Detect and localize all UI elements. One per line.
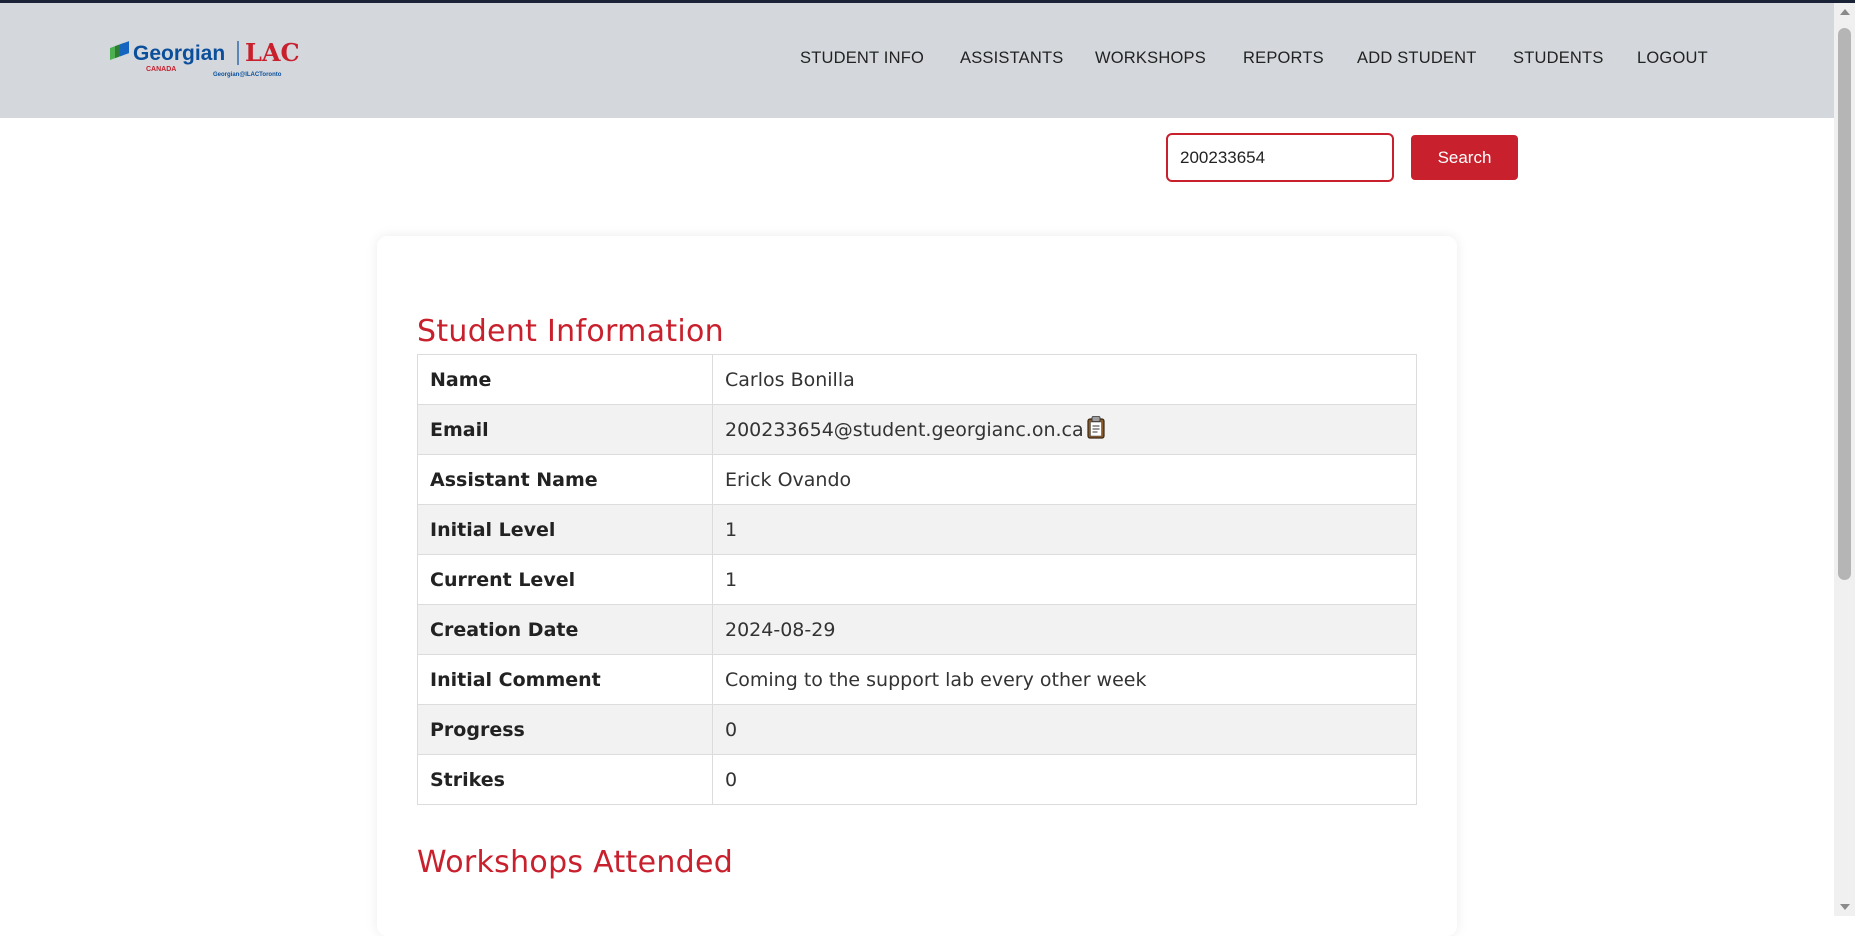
name-label: Name	[417, 354, 713, 405]
main-nav: STUDENT INFO ASSISTANTS WORKSHOPS REPORT…	[0, 49, 1834, 73]
top-header: Georgian CANADA LAC Georgian@ILACToronto…	[0, 3, 1834, 118]
student-search-input[interactable]	[1166, 133, 1394, 182]
strikes-label: Strikes	[417, 754, 713, 805]
scroll-up-arrow-icon[interactable]	[1840, 9, 1850, 15]
table-row-initial-level: Initial Level 1	[417, 504, 1417, 555]
table-row-assistant: Assistant Name Erick Ovando	[417, 454, 1417, 505]
nav-logout[interactable]: LOGOUT	[1637, 49, 1708, 68]
table-row-initial-comment: Initial Comment Coming to the support la…	[417, 654, 1417, 705]
table-row-creation-date: Creation Date 2024-08-29	[417, 604, 1417, 655]
initial-comment-value: Coming to the support lab every other we…	[712, 654, 1417, 705]
student-info-table: Name Carlos Bonilla Email 200233654@stud…	[417, 354, 1417, 805]
nav-reports[interactable]: REPORTS	[1243, 49, 1324, 68]
email-cell: 200233654@student.georgianc.on.ca	[712, 404, 1417, 455]
name-value: Carlos Bonilla	[712, 354, 1417, 405]
scroll-down-arrow-icon[interactable]	[1840, 904, 1850, 910]
table-row-name: Name Carlos Bonilla	[417, 354, 1417, 405]
workshops-attended-title: Workshops Attended	[417, 845, 734, 880]
table-row-progress: Progress 0	[417, 704, 1417, 755]
scroll-thumb[interactable]	[1838, 28, 1851, 580]
search-button[interactable]: Search	[1411, 135, 1518, 180]
initial-comment-label: Initial Comment	[417, 654, 713, 705]
assistant-name-label: Assistant Name	[417, 454, 713, 505]
student-information-title: Student Information	[417, 314, 724, 349]
initial-level-label: Initial Level	[417, 504, 713, 555]
table-row-strikes: Strikes 0	[417, 754, 1417, 805]
clipboard-icon[interactable]	[1086, 415, 1106, 444]
nav-workshops[interactable]: WORKSHOPS	[1095, 49, 1206, 68]
progress-label: Progress	[417, 704, 713, 755]
creation-date-value: 2024-08-29	[712, 604, 1417, 655]
nav-add-student[interactable]: ADD STUDENT	[1357, 49, 1477, 68]
initial-level-value: 1	[712, 504, 1417, 555]
table-row-email: Email 200233654@student.georgianc.on.ca	[417, 404, 1417, 455]
email-value: 200233654@student.georgianc.on.ca	[725, 419, 1084, 441]
nav-assistants[interactable]: ASSISTANTS	[960, 49, 1063, 68]
table-row-current-level: Current Level 1	[417, 554, 1417, 605]
nav-students[interactable]: STUDENTS	[1513, 49, 1604, 68]
email-label: Email	[417, 404, 713, 455]
vertical-scrollbar[interactable]	[1834, 3, 1855, 916]
creation-date-label: Creation Date	[417, 604, 713, 655]
assistant-name-value: Erick Ovando	[712, 454, 1417, 505]
progress-value: 0	[712, 704, 1417, 755]
current-level-label: Current Level	[417, 554, 713, 605]
nav-student-info[interactable]: STUDENT INFO	[800, 49, 924, 68]
current-level-value: 1	[712, 554, 1417, 605]
strikes-value: 0	[712, 754, 1417, 805]
